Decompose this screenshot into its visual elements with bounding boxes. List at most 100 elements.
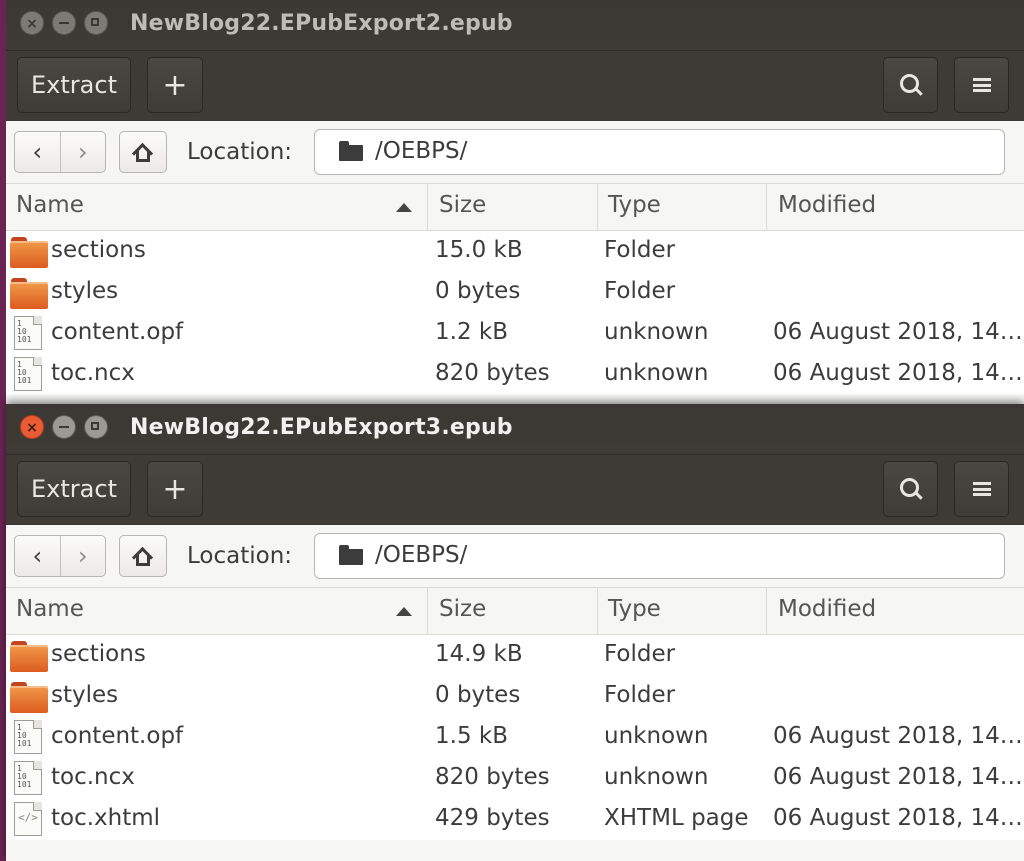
column-divider[interactable]: [597, 184, 598, 230]
chevron-left-icon: ‹: [32, 542, 43, 570]
file-name: content.opf: [51, 319, 184, 345]
file-row[interactable]: sections 15.0 kB Folder: [6, 231, 1024, 272]
column-divider[interactable]: [766, 588, 767, 634]
file-list: sections 14.9 kB Folder styles 0 bytes F…: [6, 635, 1024, 840]
add-button[interactable]: +: [147, 461, 203, 517]
file-name: styles: [51, 278, 119, 304]
chevron-right-icon: ›: [77, 542, 88, 570]
forward-button[interactable]: ›: [59, 132, 106, 172]
folder-icon: [10, 640, 48, 672]
archive-window-2: × NewBlog22.EPubExport3.epub Extract + ‹…: [6, 404, 1024, 861]
column-header: Name Size Type Modified: [6, 587, 1024, 635]
file-name: sections: [51, 641, 146, 667]
folder-icon: [339, 545, 363, 565]
column-name[interactable]: Name: [16, 192, 84, 218]
extract-button[interactable]: Extract: [17, 57, 131, 113]
file-type: Folder: [604, 641, 676, 667]
location-bar: ‹ › Location: /OEBPS/: [6, 525, 1024, 587]
file-name: content.opf: [51, 723, 184, 749]
home-button[interactable]: [119, 131, 167, 173]
file-name: styles: [51, 682, 119, 708]
home-button[interactable]: [119, 535, 167, 577]
file-row[interactable]: styles 0 bytes Folder: [6, 676, 1024, 717]
file-row[interactable]: 1 10 101 content.opf 1.2 kB unknown 06 Aug…: [6, 313, 1024, 354]
folder-icon: [339, 141, 363, 161]
binary-file-icon: 1 10 101: [14, 720, 42, 754]
folder-icon: [10, 277, 48, 309]
file-type: XHTML page: [604, 805, 749, 831]
binary-file-icon: 1 10 101: [14, 316, 42, 350]
maximize-icon[interactable]: [84, 11, 108, 35]
file-name: sections: [51, 237, 146, 263]
code-file-icon: </>: [14, 802, 42, 836]
location-field[interactable]: /OEBPS/: [314, 533, 1005, 579]
file-row[interactable]: 1 10 101 content.opf 1.5 kB unknown 06 Aug…: [6, 717, 1024, 758]
file-list: sections 15.0 kB Folder styles 0 bytes F…: [6, 231, 1024, 395]
sort-ascending-icon: [396, 607, 412, 616]
menu-button[interactable]: [954, 461, 1009, 517]
file-size: 820 bytes: [435, 360, 550, 386]
column-type[interactable]: Type: [608, 596, 661, 622]
file-modified: 06 August 2018, 14…: [773, 319, 1023, 345]
location-bar: ‹ › Location: /OEBPS/: [6, 121, 1024, 183]
file-name: toc.xhtml: [51, 805, 161, 831]
column-modified[interactable]: Modified: [778, 192, 876, 218]
file-type: unknown: [604, 360, 709, 386]
column-type[interactable]: Type: [608, 192, 661, 218]
column-divider[interactable]: [766, 184, 767, 230]
location-label: Location:: [187, 139, 293, 165]
extract-button[interactable]: Extract: [17, 461, 131, 517]
file-modified: 06 August 2018, 14…: [773, 805, 1023, 831]
column-divider[interactable]: [427, 184, 428, 230]
title-bar[interactable]: × NewBlog22.EPubExport2.epub: [6, 0, 1024, 51]
maximize-icon[interactable]: [84, 415, 108, 439]
file-row[interactable]: 1 10 101 toc.ncx 820 bytes unknown 06 Augu…: [6, 354, 1024, 395]
search-button[interactable]: [883, 57, 938, 113]
column-header: Name Size Type Modified: [6, 183, 1024, 231]
column-name[interactable]: Name: [16, 596, 84, 622]
file-row[interactable]: 1 10 101 toc.ncx 820 bytes unknown 06 Augu…: [6, 758, 1024, 799]
file-size: 1.5 kB: [435, 723, 508, 749]
file-row[interactable]: </> toc.xhtml 429 bytes XHTML page 06 Au…: [6, 799, 1024, 840]
file-type: Folder: [604, 278, 676, 304]
file-type: Folder: [604, 682, 676, 708]
back-button[interactable]: ‹: [15, 536, 60, 576]
sort-ascending-icon: [396, 203, 412, 212]
file-size: 429 bytes: [435, 805, 550, 831]
chevron-left-icon: ‹: [32, 138, 43, 166]
location-field[interactable]: /OEBPS/: [314, 129, 1005, 175]
column-divider[interactable]: [427, 588, 428, 634]
file-name: toc.ncx: [51, 764, 135, 790]
binary-file-icon: 1 10 101: [14, 761, 42, 795]
file-row[interactable]: sections 14.9 kB Folder: [6, 635, 1024, 676]
header-bar: Extract +: [6, 455, 1024, 525]
chevron-right-icon: ›: [77, 138, 88, 166]
close-icon[interactable]: ×: [20, 11, 44, 35]
folder-icon: [10, 681, 48, 713]
file-size: 14.9 kB: [435, 641, 523, 667]
file-row[interactable]: styles 0 bytes Folder: [6, 272, 1024, 313]
location-path: /OEBPS/: [375, 138, 468, 164]
nav-group: ‹ ›: [14, 535, 106, 577]
column-divider[interactable]: [597, 588, 598, 634]
column-modified[interactable]: Modified: [778, 596, 876, 622]
file-modified: 06 August 2018, 14…: [773, 723, 1023, 749]
file-size: 820 bytes: [435, 764, 550, 790]
minimize-icon[interactable]: [52, 415, 76, 439]
menu-button[interactable]: [954, 57, 1009, 113]
location-label: Location:: [187, 543, 293, 569]
title-bar[interactable]: × NewBlog22.EPubExport3.epub: [6, 404, 1024, 455]
location-path: /OEBPS/: [375, 542, 468, 568]
file-size: 1.2 kB: [435, 319, 508, 345]
back-button[interactable]: ‹: [15, 132, 60, 172]
search-button[interactable]: [883, 461, 938, 517]
column-size[interactable]: Size: [439, 192, 486, 218]
file-modified: 06 August 2018, 14…: [773, 360, 1023, 386]
close-icon[interactable]: ×: [20, 415, 44, 439]
forward-button[interactable]: ›: [59, 536, 106, 576]
nav-group: ‹ ›: [14, 131, 106, 173]
minimize-icon[interactable]: [52, 11, 76, 35]
binary-file-icon: 1 10 101: [14, 357, 42, 391]
column-size[interactable]: Size: [439, 596, 486, 622]
add-button[interactable]: +: [147, 57, 203, 113]
